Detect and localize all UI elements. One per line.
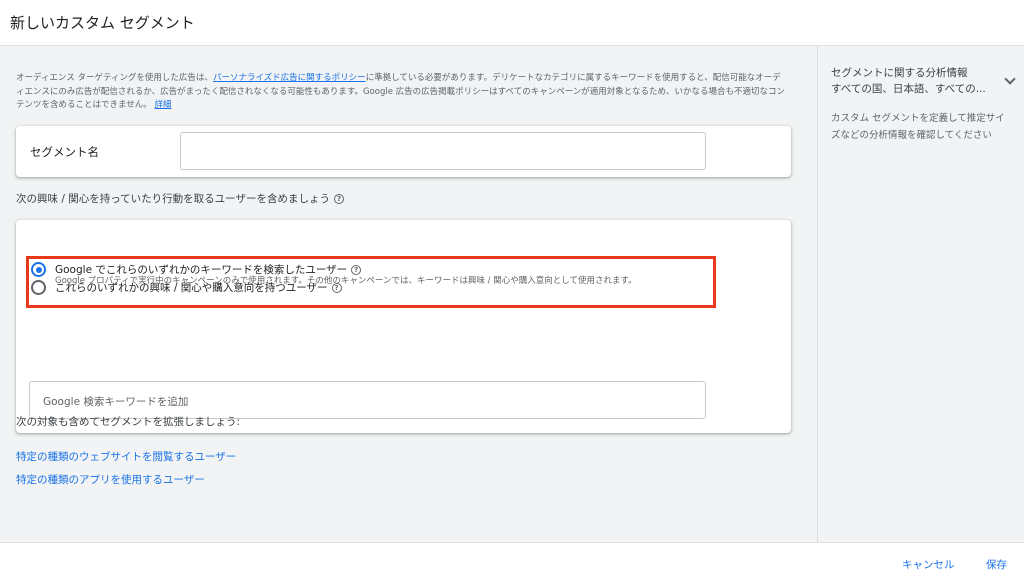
app-users-link[interactable]: 特定の種類のアプリを使用するユーザー <box>16 472 205 487</box>
page-title: 新しいカスタム セグメント <box>10 14 195 32</box>
insights-title: セグメントに関する分析情報 <box>831 67 968 79</box>
include-question: 次の興味 / 関心を持っていたり行動を取るユーザーを含めましょう ? <box>16 191 344 206</box>
radio-keywords[interactable] <box>31 262 46 277</box>
footer: キャンセル 保存 <box>0 542 1024 580</box>
segment-name-card: セグメント名 <box>16 126 791 177</box>
custom-segment-editor: 新しいカスタム セグメント オーディエンス ターゲティングを使用した広告は、パー… <box>0 0 1024 580</box>
chevron-down-icon[interactable] <box>1004 73 1016 85</box>
personalized-ads-policy-link[interactable]: パーソナライズド広告に関するポリシー <box>213 73 366 83</box>
option-keywords-row: Google でこれらのいずれかのキーワードを検索したユーザー ? <box>55 262 362 277</box>
option-keywords-description: Google プロパティで実行中のキャンペーンのみで使用されます。その他のキャン… <box>55 276 637 286</box>
expand-heading: 次の対象も含めてセグメントを拡張しましょう: <box>16 416 241 428</box>
policy-notice: オーディエンス ターゲティングを使用した広告は、パーソナライズド広告に関するポリ… <box>16 72 786 113</box>
policy-text-before: オーディエンス ターゲティングを使用した広告は、 <box>16 73 213 83</box>
insights-subtitle: すべての国、日本語、すべての... <box>831 83 986 95</box>
segment-name-input[interactable] <box>180 132 706 170</box>
include-question-text: 次の興味 / 関心を持っていたり行動を取るユーザーを含めましょう <box>16 193 330 205</box>
option-keywords-label: Google でこれらのいずれかのキーワードを検索したユーザー <box>55 264 348 276</box>
cancel-button[interactable]: キャンセル <box>902 557 955 572</box>
save-button[interactable]: 保存 <box>986 557 1007 572</box>
segment-name-label: セグメント名 <box>30 145 99 159</box>
help-icon[interactable]: ? <box>351 264 362 275</box>
targeting-options-card: これらのいずれかの興味 / 関心や購入意向を持つユーザー ? Google 検索… <box>16 220 791 433</box>
policy-details-link[interactable]: 詳細 <box>154 100 171 110</box>
header: 新しいカスタム セグメント <box>0 0 1024 46</box>
insights-panel: セグメントに関する分析情報 すべての国、日本語、すべての... カスタム セグメ… <box>817 46 1024 542</box>
insights-description: カスタム セグメントを定義して推定サイズなどの分析情報を確認してください <box>831 113 1005 141</box>
keyword-input-placeholder: Google 検索キーワードを追加 <box>43 396 189 408</box>
website-browsers-link[interactable]: 特定の種類のウェブサイトを閲覧するユーザー <box>16 449 236 464</box>
help-icon[interactable]: ? <box>333 193 344 204</box>
